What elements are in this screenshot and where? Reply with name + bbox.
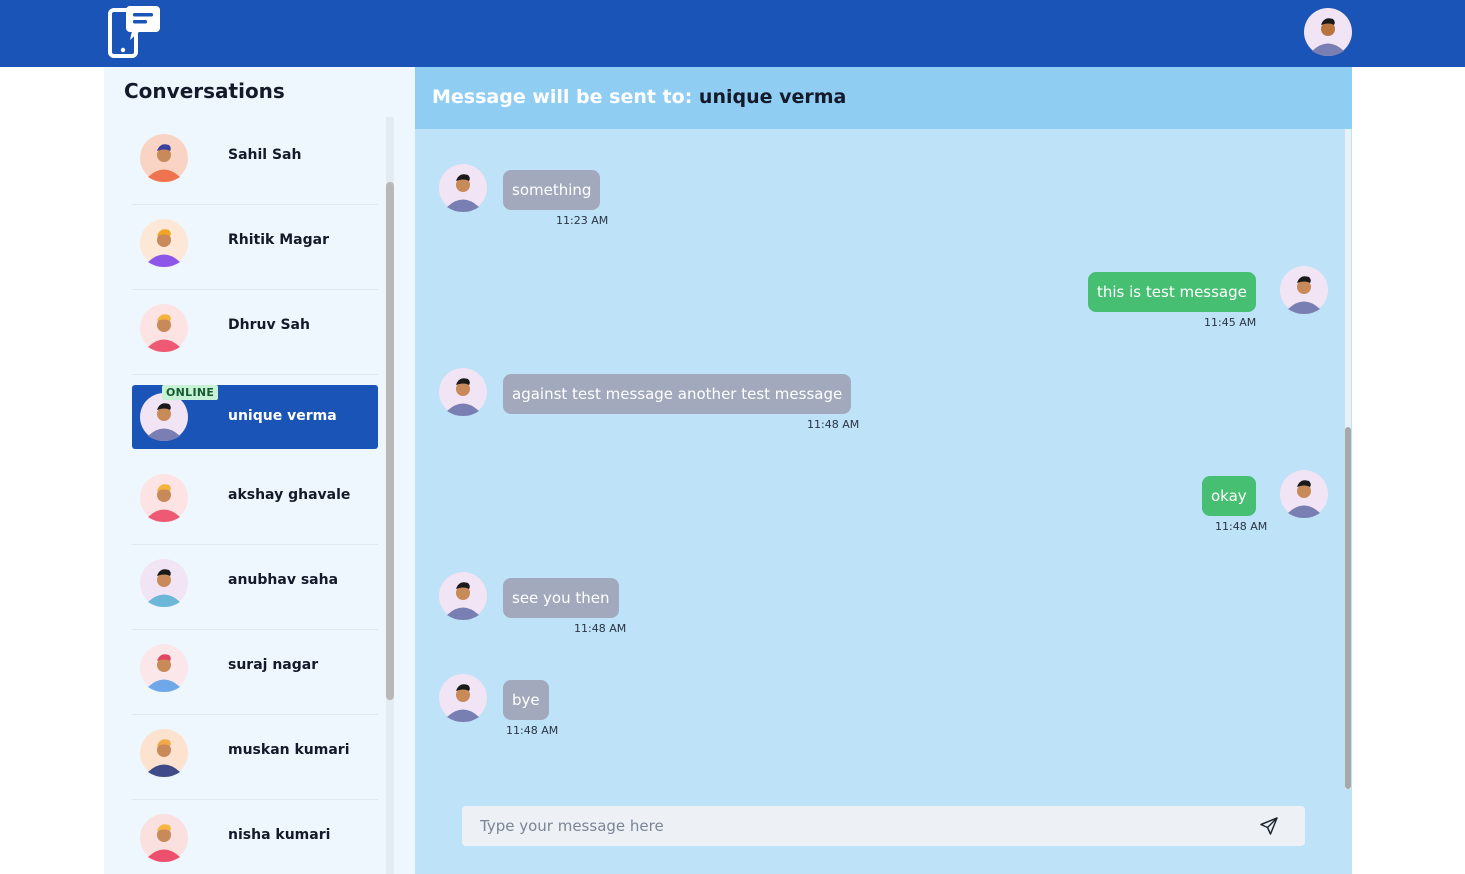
online-status-badge: ONLINE	[162, 385, 219, 400]
top-navbar	[0, 0, 1465, 67]
conversation-item[interactable]: anubhav saha	[132, 545, 378, 630]
conversation-item[interactable]: Dhruv Sah	[132, 290, 378, 375]
message-bubble: bye	[503, 680, 549, 720]
message-timestamp: 11:23 AM	[556, 214, 609, 227]
message-avatar-icon	[439, 674, 487, 722]
message-avatar-icon	[439, 368, 487, 416]
contact-avatar-icon	[140, 474, 188, 522]
contact-avatar-icon	[140, 814, 188, 862]
conversation-item[interactable]: suraj nagar	[132, 630, 378, 715]
message-bubble: this is test message	[1088, 272, 1256, 312]
chat-header: Message will be sent to: unique verma	[415, 67, 1352, 129]
message-bubble: okay	[1202, 476, 1256, 516]
conversation-name: nisha kumari	[228, 827, 331, 843]
message-timestamp: 11:48 AM	[574, 622, 627, 635]
message-avatar-icon	[439, 164, 487, 212]
recipient-heading: Message will be sent to: unique verma	[432, 86, 846, 108]
message-bubble: something	[503, 170, 601, 210]
chat-scrollbar-thumb[interactable]	[1345, 427, 1351, 789]
chat-panel: Message will be sent to: unique verma so…	[415, 67, 1352, 874]
contact-avatar-icon	[140, 559, 188, 607]
message-timestamp: 11:48 AM	[807, 418, 860, 431]
contact-avatar-icon	[140, 304, 188, 352]
contact-avatar-icon	[140, 219, 188, 267]
user-avatar-icon[interactable]	[1304, 8, 1352, 56]
conversation-name: Dhruv Sah	[228, 317, 310, 333]
conversation-item[interactable]: unique verma ONLINE	[132, 385, 378, 449]
conversation-name: suraj nagar	[228, 657, 319, 673]
recipient-heading-prefix: Message will be sent to:	[432, 86, 693, 108]
contact-avatar-icon	[140, 134, 188, 182]
sidebar-scrollbar-thumb[interactable]	[386, 182, 394, 700]
conversation-name: muskan kumari	[228, 742, 350, 758]
phone-chat-logo-icon[interactable]	[106, 4, 162, 60]
conversation-item[interactable]: nisha kumari	[132, 800, 378, 874]
message-bubble: see you then	[503, 578, 619, 618]
conversation-item[interactable]: akshay ghavale	[132, 460, 378, 545]
conversation-item[interactable]: muskan kumari	[132, 715, 378, 800]
recipient-name: unique verma	[698, 86, 847, 108]
message-composer	[462, 806, 1305, 846]
message-avatar-icon	[1280, 266, 1328, 314]
sidebar-title: Conversations	[124, 79, 285, 103]
message-input[interactable]	[462, 806, 1252, 846]
conversation-name: anubhav saha	[228, 572, 339, 588]
conversation-name: unique verma	[228, 408, 337, 424]
message-timestamp: 11:45 AM	[1204, 316, 1257, 329]
conversation-name: Sahil Sah	[228, 147, 302, 163]
send-paper-plane-icon[interactable]	[1259, 816, 1279, 836]
conversation-list: Sahil Sah Rhitik Magar Dhruv Sah unique ver…	[132, 120, 378, 874]
message-avatar-icon	[1280, 470, 1328, 518]
message-avatar-icon	[439, 572, 487, 620]
contact-avatar-icon	[140, 393, 188, 441]
conversation-name: Rhitik Magar	[228, 232, 329, 248]
conversations-sidebar: Conversations Sahil Sah Rhitik Magar Dhruv…	[104, 67, 415, 874]
message-timestamp: 11:48 AM	[506, 724, 559, 737]
conversation-item[interactable]: Sahil Sah	[132, 120, 378, 205]
conversation-item[interactable]: Rhitik Magar	[132, 205, 378, 290]
message-timestamp: 11:48 AM	[1215, 520, 1268, 533]
contact-avatar-icon	[140, 729, 188, 777]
message-bubble: against test message another test messag…	[503, 374, 852, 414]
conversation-name: akshay ghavale	[228, 487, 351, 503]
contact-avatar-icon	[140, 644, 188, 692]
